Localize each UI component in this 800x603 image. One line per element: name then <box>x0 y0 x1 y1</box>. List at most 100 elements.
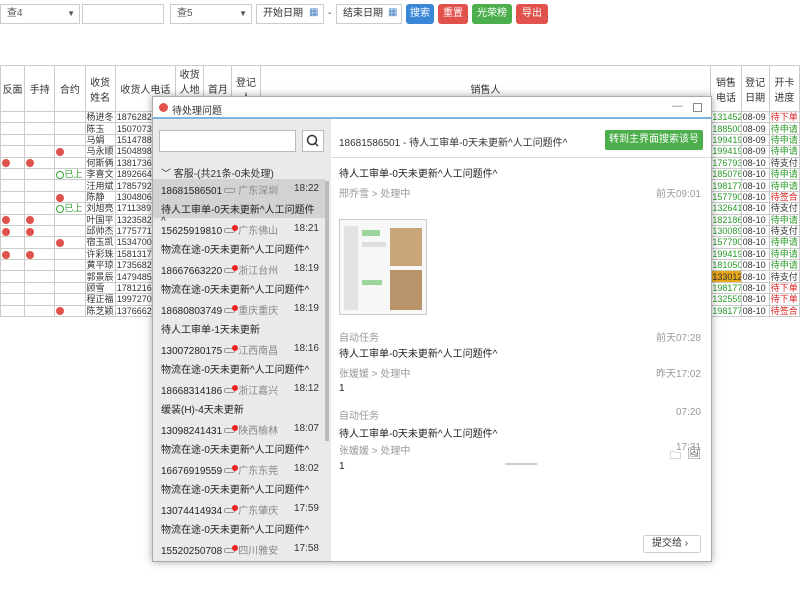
search-input[interactable] <box>159 130 296 152</box>
front-cell <box>0 179 26 192</box>
contract-cell <box>54 247 86 261</box>
entry-time: 前天07:28 <box>655 333 701 344</box>
column-header[interactable]: 收货姓名 <box>84 65 116 112</box>
uploaded-text: 已上 <box>64 203 83 214</box>
search-button[interactable]: 搜索 <box>406 4 434 24</box>
conversation-phone: 18681586501 <box>161 186 223 197</box>
conversation-item[interactable]: 15520250708四川雅安17:58已退单-0天未更新 <box>153 539 325 561</box>
status-badge: 待申请 <box>768 145 800 158</box>
register-date: 08-09 <box>740 110 770 124</box>
consignee-name: 黄平琼 <box>84 259 116 272</box>
front-cell <box>0 293 26 306</box>
tag-icon <box>224 265 239 274</box>
conversation-phone: 18667663220 <box>161 266 223 277</box>
sales-phone: 198177 <box>710 281 742 295</box>
conversation-item[interactable]: 13007280175 江西南昌 18:16 物流在途-0天未更新^人工问题件^ <box>153 339 325 378</box>
handheld-cell <box>24 167 56 181</box>
status-badge: 待申请 <box>768 213 800 226</box>
conversation-phone: 15625919810 <box>161 226 223 237</box>
conversation-phone: 15520250708 <box>161 546 223 557</box>
query4-label: 查4 <box>7 8 23 19</box>
conversation-item[interactable]: 18668314186 浙江嘉兴 18:12 缓装(H)-4天未更新 <box>153 379 325 418</box>
conversation-item[interactable]: 18680803749 重庆重庆 18:19 待人工审单-1天未更新 <box>153 299 325 338</box>
consignee-name: 邱帅杰 <box>84 224 116 238</box>
conversation-item[interactable]: 18667663220 浙江台州 18:19 物流在途-0天未更新^人工问题件^ <box>153 259 325 298</box>
front-cell <box>0 224 26 238</box>
consignee-name: 程正福 <box>84 293 116 306</box>
export-button[interactable]: 导出 <box>516 4 548 24</box>
conversation-phone: 18668314186 <box>161 386 223 397</box>
minimize-icon[interactable]: — <box>672 100 683 112</box>
status-badge: 待签合 <box>768 190 800 204</box>
calendar-icon[interactable]: ▦ <box>388 7 402 21</box>
screenshot-attachment[interactable] <box>339 219 427 315</box>
sales-phone: 199419 <box>710 247 742 261</box>
conversation-phone: 18680803749 <box>161 306 223 317</box>
image-icon[interactable]: 🖼 <box>687 447 701 460</box>
consignee-name: 陈玉 <box>84 122 116 135</box>
contract-cell <box>54 122 86 135</box>
entry-author: 自动任务 <box>339 333 379 344</box>
submit-to-button[interactable]: 提交给 › <box>643 535 701 553</box>
column-header[interactable]: 登记日期 <box>740 65 770 112</box>
contract-cell <box>54 281 86 295</box>
group-header[interactable]: ﹀ 客服-(共21条-0未处理) <box>161 165 274 180</box>
tag-icon <box>224 385 239 394</box>
conversation-region: 浙江台州 <box>238 266 279 277</box>
handheld-cell <box>24 213 56 226</box>
register-date: 08-10 <box>740 190 770 204</box>
query5-select[interactable]: 查5 ▼ <box>170 4 252 24</box>
handheld-cell <box>24 259 56 272</box>
column-header[interactable]: 合约 <box>54 65 86 112</box>
conversation-item[interactable]: 15625919810 广东佛山 18:21 物流在途-0天未更新^人工问题件^ <box>153 219 325 258</box>
handheld-cell <box>24 133 56 147</box>
column-header[interactable]: 销售电话 <box>710 65 742 112</box>
conversation-region: 江西南昌 <box>238 346 279 357</box>
consignee-name: 刘旭亮 <box>84 202 116 215</box>
register-date: 08-10 <box>740 156 770 169</box>
reset-button[interactable]: 重置 <box>438 4 468 24</box>
search-icon[interactable] <box>302 130 324 152</box>
status-badge: 待支付 <box>768 270 800 283</box>
folder-icon[interactable]: 🗀 <box>670 447 681 466</box>
query4-input[interactable] <box>82 4 164 24</box>
column-header[interactable]: 反面 <box>0 65 26 112</box>
status-badge: 待下单 <box>768 110 800 124</box>
query4-select[interactable]: 查4 ▼ <box>0 4 80 24</box>
contract-cell <box>54 259 86 272</box>
dialog-titlebar: 待处理问题 — <box>153 97 711 119</box>
column-header[interactable]: 开卡进度 <box>768 65 800 112</box>
conversation-item[interactable]: 13098241431 陕西榆林 18:07 物流在途-0天未更新^人工问题件^ <box>153 419 325 458</box>
query5-label: 查5 <box>177 8 193 19</box>
consignee-name: 许彩珠 <box>84 247 116 261</box>
contract-cell <box>54 156 86 169</box>
resize-handle[interactable] <box>505 463 537 465</box>
handheld-cell <box>24 179 56 192</box>
start-date-text: 开始日期 <box>263 8 303 19</box>
contract-cell <box>54 236 86 249</box>
consignee-name: 马永顺 <box>84 145 116 158</box>
tag-icon <box>224 545 239 554</box>
conversation-time: 18:19 <box>293 263 319 274</box>
conversation-item[interactable]: 18681586501 广东深圳 18:22 待人工审单-0天未更新^人工问题件^ <box>153 179 325 227</box>
conversation-item[interactable]: 16676919559 广东东莞 18:02 物流在途-0天未更新^人工问题件^ <box>153 459 325 498</box>
maximize-icon[interactable] <box>693 103 702 112</box>
front-cell <box>0 190 26 204</box>
column-header[interactable]: 手持 <box>24 65 56 112</box>
contract-cell <box>54 304 86 318</box>
goto-search-button[interactable]: 转到主界面搜索该号码 <box>605 130 703 165</box>
status-badge: 待支付 <box>768 156 800 169</box>
register-date: 08-10 <box>740 259 770 272</box>
handheld-cell <box>24 247 56 261</box>
scrollbar[interactable] <box>325 181 329 441</box>
front-cell <box>0 247 26 261</box>
sales-phone: 157790 <box>710 190 742 204</box>
conversation-item[interactable]: 13074414934 广东肇庆 17:59 物流在途-0天未更新^人工问题件^ <box>153 499 325 538</box>
conversation-time: 18:21 <box>293 223 319 234</box>
conversation-message: 物流在途-0天未更新^人工问题件^ <box>161 525 310 536</box>
calendar-icon[interactable]: ▦ <box>309 7 323 21</box>
honor-roll-button[interactable]: 光荣榜 <box>472 4 512 24</box>
conversation-phone: 13007280175 <box>161 346 223 357</box>
filter-toolbar: 查4 ▼ 查5 ▼ 开始日期 ▦ - 结束日期 ▦ 搜索 重置 光荣榜 导出 <box>0 0 800 30</box>
conversation-phone: 13074414934 <box>161 506 223 517</box>
